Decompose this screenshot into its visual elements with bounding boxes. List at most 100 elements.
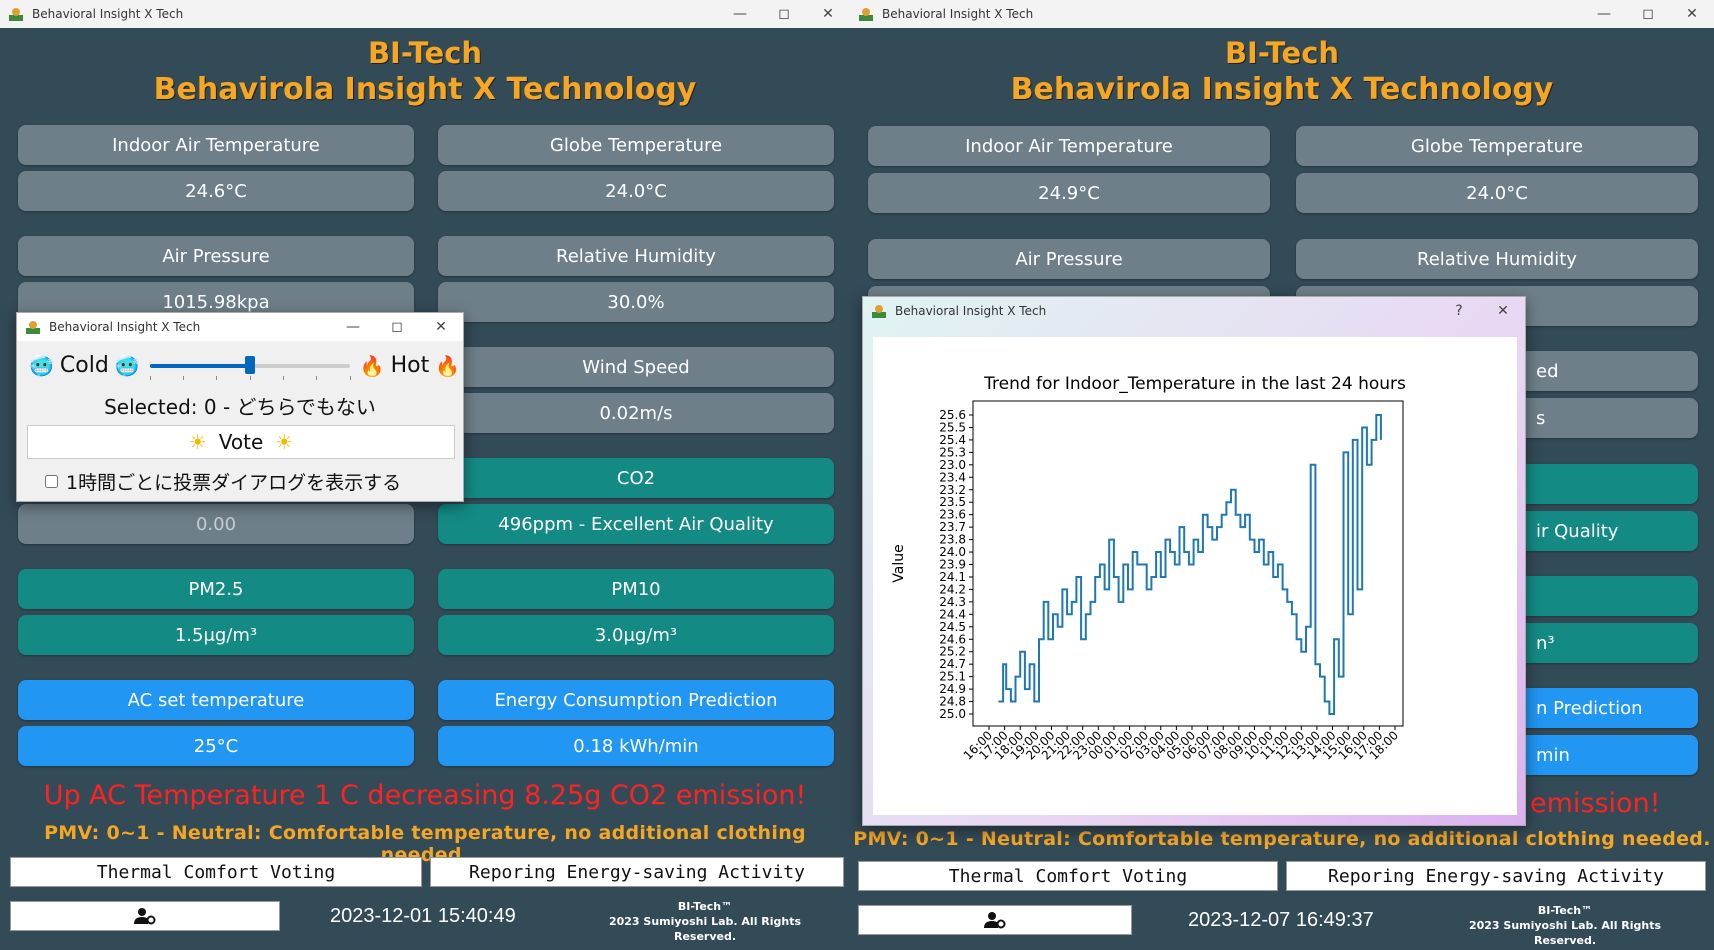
slider-tick bbox=[316, 375, 318, 380]
y-tick-label: 25.4 bbox=[939, 433, 966, 447]
trend-chart: Trend for Indoor_Temperature in the last… bbox=[891, 374, 1406, 763]
maximize-button[interactable]: ◻ bbox=[375, 313, 419, 341]
title-bar: Behavioral Insight X Tech — ◻ ✕ bbox=[850, 0, 1714, 28]
series-line bbox=[998, 414, 1382, 715]
slider-tick bbox=[249, 375, 251, 380]
y-tick-label: 24.9 bbox=[939, 682, 966, 696]
timestamp: 2023-12-07 16:49:37 bbox=[1188, 909, 1374, 931]
co2-advice-message: emission! bbox=[1530, 788, 1661, 819]
y-tick-label: 23.9 bbox=[939, 558, 966, 572]
minimize-button[interactable]: — bbox=[1582, 0, 1626, 28]
y-tick-label: 25.2 bbox=[939, 645, 966, 659]
trend-dialog-title: Behavioral Insight X Tech bbox=[895, 304, 1047, 318]
energy-saving-report-button[interactable]: Reporing Energy-saving Activity bbox=[430, 857, 844, 887]
globe-temp-value: 24.0°C bbox=[438, 171, 834, 211]
globe-temp-label: Globe Temperature bbox=[438, 125, 834, 165]
close-button[interactable]: ✕ bbox=[1670, 0, 1714, 28]
air-pressure-label: Air Pressure bbox=[868, 239, 1270, 279]
app-icon bbox=[859, 8, 873, 21]
trend-dialog: Behavioral Insight X Tech ? ✕ Trend for … bbox=[862, 296, 1526, 826]
y-tick-label: 25.5 bbox=[939, 420, 966, 434]
thermal-comfort-voting-button[interactable]: Thermal Comfort Voting bbox=[858, 861, 1278, 891]
cold-face-icon: 🥶 bbox=[29, 353, 54, 378]
pm10-value: 3.0μg/m³ bbox=[438, 615, 834, 655]
vote-label: Vote bbox=[218, 430, 264, 454]
y-tick-label: 24.0 bbox=[939, 545, 966, 559]
pm10-label: PM10 bbox=[438, 569, 834, 609]
comfort-scale-row: 🥶 Cold 🥶 🔥 Hot 🔥 bbox=[29, 353, 461, 380]
vote-dialog-title: Behavioral Insight X Tech bbox=[49, 320, 201, 334]
user-gear-icon bbox=[134, 908, 156, 925]
energy-prediction-value: 0.18 kWh/min bbox=[438, 726, 834, 766]
vote-dialog: Behavioral Insight X Tech — ◻ ✕ 🥶 Cold 🥶… bbox=[16, 312, 464, 502]
maximize-button[interactable]: ◻ bbox=[1626, 0, 1670, 28]
copyright-text: 2023 Sumiyoshi Lab. All Rights Reserved. bbox=[1468, 919, 1662, 947]
slider-tick bbox=[149, 375, 151, 380]
user-settings-button[interactable] bbox=[858, 905, 1132, 935]
title-bar: Behavioral Insight X Tech — ◻ ✕ bbox=[0, 0, 850, 28]
user-settings-button[interactable] bbox=[10, 901, 280, 931]
y-tick-label: 25.1 bbox=[939, 670, 966, 684]
slider-thumb[interactable] bbox=[244, 355, 255, 374]
hourly-vote-checkbox-row[interactable]: 1時間ごとに投票ダイアログを表示する bbox=[45, 468, 401, 495]
y-tick-label: 25.0 bbox=[939, 707, 966, 721]
thermal-comfort-voting-button[interactable]: Thermal Comfort Voting bbox=[10, 857, 422, 887]
help-button[interactable]: ? bbox=[1437, 297, 1481, 325]
indoor-temp-value: 24.9°C bbox=[868, 173, 1270, 213]
copyright: BI-Tech™ 2023 Sumiyoshi Lab. All Rights … bbox=[580, 899, 830, 944]
maximize-button[interactable]: ◻ bbox=[762, 0, 806, 28]
globe-temp-label: Globe Temperature bbox=[1296, 126, 1698, 166]
pm25-value: 1.5μg/m³ bbox=[18, 615, 414, 655]
slider-tick bbox=[283, 375, 285, 380]
app-title: BI-Tech bbox=[367, 36, 483, 70]
slider-tick bbox=[183, 375, 185, 380]
cold-face-icon: 🥶 bbox=[114, 353, 140, 378]
app-icon bbox=[9, 8, 23, 21]
minimize-button[interactable]: — bbox=[718, 0, 762, 28]
slider-tick bbox=[216, 375, 218, 380]
minimize-button[interactable]: — bbox=[331, 313, 375, 341]
y-tick-label: 24.6 bbox=[939, 632, 966, 646]
y-tick-label: 23.4 bbox=[939, 470, 966, 484]
hidden-value: 0.00 bbox=[18, 504, 414, 544]
timestamp: 2023-12-01 15:40:49 bbox=[330, 905, 516, 927]
energy-prediction-label: Energy Consumption Prediction bbox=[438, 680, 834, 720]
hourly-vote-checkbox[interactable] bbox=[45, 475, 58, 488]
app-icon bbox=[26, 321, 40, 334]
y-tick-label: 23.2 bbox=[939, 483, 966, 497]
air-pressure-label: Air Pressure bbox=[18, 236, 414, 276]
humidity-label: Relative Humidity bbox=[1296, 239, 1698, 279]
hourly-vote-label: 1時間ごとに投票ダイアログを表示する bbox=[66, 472, 402, 494]
close-button[interactable]: ✕ bbox=[419, 313, 463, 341]
copyright-brand: BI-Tech™ bbox=[1537, 904, 1593, 917]
vote-dialog-title-bar: Behavioral Insight X Tech — ◻ ✕ bbox=[17, 313, 463, 341]
slider-tick bbox=[349, 375, 351, 380]
vote-button[interactable]: ☀ Vote ☀ bbox=[27, 425, 455, 459]
energy-saving-report-button[interactable]: Reporing Energy-saving Activity bbox=[1286, 861, 1706, 891]
main-window-left: Behavioral Insight X Tech — ◻ ✕ BI-Tech … bbox=[0, 0, 850, 950]
indoor-temp-value: 24.6°C bbox=[18, 171, 414, 211]
indoor-temp-label: Indoor Air Temperature bbox=[18, 125, 414, 165]
wind-speed-label: Wind Speed bbox=[438, 347, 834, 387]
close-button[interactable]: ✕ bbox=[1481, 297, 1525, 325]
fire-icon: 🔥 bbox=[435, 353, 461, 378]
trend-dialog-title-bar: Behavioral Insight X Tech ? ✕ bbox=[863, 297, 1525, 325]
y-tick-label: 23.6 bbox=[939, 508, 966, 522]
comfort-slider[interactable] bbox=[149, 354, 351, 380]
y-tick-label: 24.3 bbox=[939, 595, 966, 609]
y-tick-label: 23.0 bbox=[939, 458, 966, 472]
app-title: BI-Tech bbox=[1224, 36, 1340, 70]
y-tick-label: 24.1 bbox=[939, 570, 966, 584]
window-title: Behavioral Insight X Tech bbox=[32, 7, 184, 21]
y-axis-label: Value bbox=[891, 544, 907, 582]
chart-title: Trend for Indoor_Temperature in the last… bbox=[983, 374, 1406, 394]
pmv-message: PMV: 0~1 - Neutral: Comfortable temperat… bbox=[853, 828, 1711, 850]
ac-set-temp-label: AC set temperature bbox=[18, 680, 414, 720]
humidity-label: Relative Humidity bbox=[438, 236, 834, 276]
co2-value: 496ppm - Excellent Air Quality bbox=[438, 504, 834, 544]
fire-icon: 🔥 bbox=[359, 353, 385, 378]
app-subtitle: Behavirola Insight X Technology bbox=[153, 72, 697, 107]
selected-value: Selected: 0 - どちらでもない bbox=[104, 395, 376, 419]
close-button[interactable]: ✕ bbox=[806, 0, 850, 28]
y-tick-label: 24.4 bbox=[939, 607, 966, 621]
